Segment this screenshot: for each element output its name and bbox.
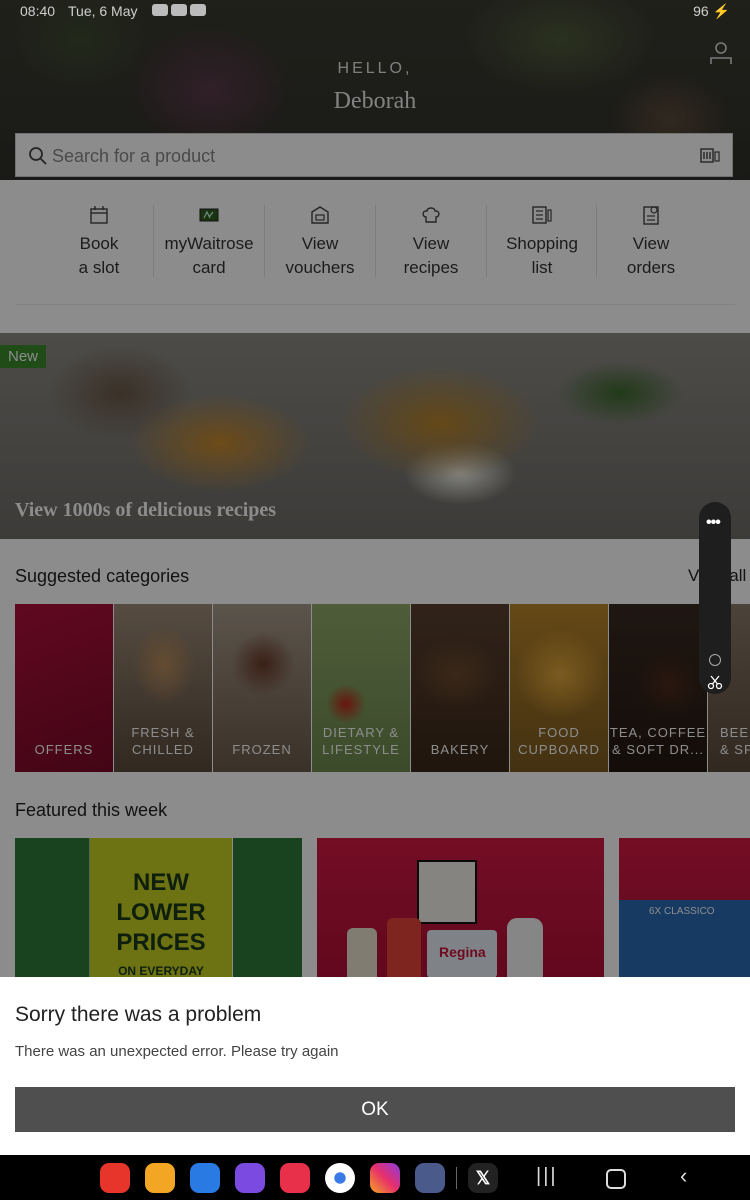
home-icon[interactable]: [606, 1169, 626, 1189]
minimize-icon[interactable]: [709, 654, 721, 666]
app-icon-internet[interactable]: [235, 1163, 265, 1193]
back-icon[interactable]: ‹: [680, 1163, 687, 1189]
dialog-title: Sorry there was a problem: [15, 1003, 262, 1026]
app-icon-chrome[interactable]: [325, 1163, 355, 1193]
app-drawer-icon[interactable]: [415, 1163, 445, 1193]
battery-level: 96 ⚡: [693, 3, 730, 19]
more-options-icon[interactable]: •••: [706, 514, 721, 532]
scissors-icon[interactable]: [707, 674, 723, 690]
floating-side-panel[interactable]: •••: [699, 502, 731, 694]
ok-button[interactable]: OK: [15, 1087, 735, 1132]
system-nav-bar: 𝕏 ||| ‹: [0, 1155, 750, 1200]
error-dialog: Sorry there was a problem There was an u…: [0, 977, 750, 1155]
app-icon-messages[interactable]: [190, 1163, 220, 1193]
app-icon-flipboard[interactable]: [100, 1163, 130, 1193]
modal-backdrop: [0, 0, 750, 977]
app-icon-camera[interactable]: [280, 1163, 310, 1193]
app-icon-files[interactable]: [145, 1163, 175, 1193]
status-date: Tue, 6 May: [68, 3, 138, 19]
app-icon-x[interactable]: 𝕏: [468, 1163, 498, 1193]
status-bar: 08:40 Tue, 6 May 96 ⚡: [0, 0, 750, 24]
status-time: 08:40: [20, 3, 56, 19]
divider: [456, 1167, 457, 1189]
recent-apps-icon[interactable]: |||: [536, 1165, 558, 1188]
app-icon-instagram[interactable]: [370, 1163, 400, 1193]
dialog-message: There was an unexpected error. Please tr…: [15, 1043, 339, 1060]
notification-icons: [152, 4, 208, 18]
